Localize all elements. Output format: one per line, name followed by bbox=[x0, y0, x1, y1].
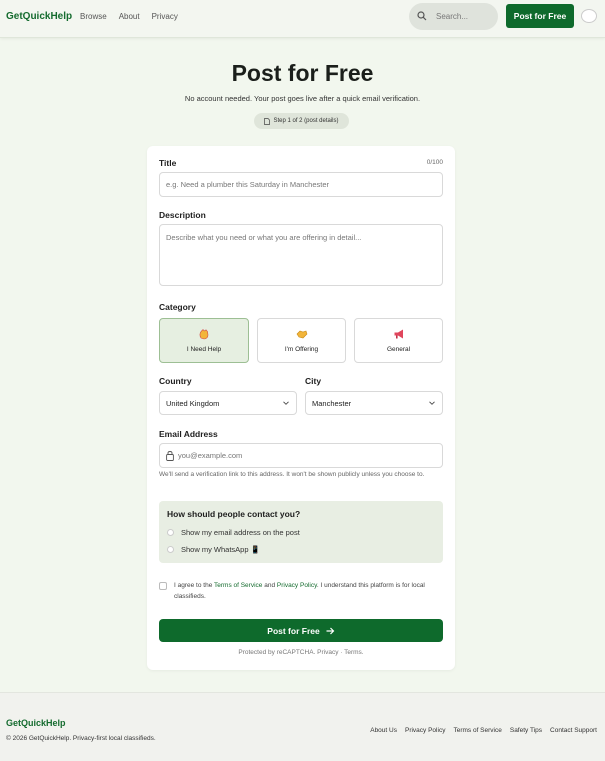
privacy-link[interactable]: Privacy Policy bbox=[277, 582, 317, 589]
contact-preferences: How should people contact you? Show my e… bbox=[159, 501, 443, 563]
contact-title: How should people contact you? bbox=[167, 509, 301, 519]
footer-copyright: © 2026 GetQuickHelp. Privacy-first local… bbox=[6, 735, 156, 742]
search-box[interactable] bbox=[409, 3, 498, 30]
logo[interactable]: GetQuickHelp bbox=[6, 11, 72, 22]
description-input[interactable] bbox=[159, 224, 443, 286]
step-text: Step 1 of 2 (post details) bbox=[273, 118, 339, 124]
country-select[interactable]: United Kingdom bbox=[159, 391, 297, 415]
recaptcha-notice: Protected by reCAPTCHA. Privacy · Terms. bbox=[238, 649, 364, 656]
email-field[interactable] bbox=[159, 443, 443, 468]
chevron-down-icon bbox=[429, 401, 435, 405]
terms-link[interactable]: Terms of Service bbox=[214, 582, 262, 589]
contact-option-whatsapp-label: Show my WhatsApp 📱 bbox=[181, 545, 260, 554]
title-input[interactable] bbox=[159, 172, 443, 197]
footer-link-safety[interactable]: Safety Tips bbox=[510, 727, 542, 734]
country-label: Country bbox=[159, 376, 192, 386]
description-label: Description bbox=[159, 210, 206, 220]
page-subtitle: No account needed. Your post goes live a… bbox=[184, 94, 421, 103]
nav-about[interactable]: About bbox=[119, 12, 140, 21]
category-offering-label: I'm Offering bbox=[284, 346, 319, 353]
document-icon bbox=[264, 117, 271, 125]
nav-browse[interactable]: Browse bbox=[80, 12, 107, 21]
contact-option-whatsapp[interactable]: Show my WhatsApp 📱 bbox=[167, 545, 260, 554]
category-need-help-label: I Need Help bbox=[186, 346, 222, 353]
search-input[interactable] bbox=[436, 9, 494, 24]
radio-whatsapp[interactable] bbox=[167, 546, 174, 553]
footer-link-contact[interactable]: Contact Support bbox=[550, 727, 597, 734]
footer-link-privacy[interactable]: Privacy Policy bbox=[405, 727, 445, 734]
city-select[interactable]: Manchester bbox=[305, 391, 443, 415]
step-badge: Step 1 of 2 (post details) bbox=[254, 113, 349, 129]
country-value: United Kingdom bbox=[166, 398, 220, 408]
city-label: City bbox=[305, 376, 322, 386]
email-hint: We'll send a verification link to this a… bbox=[159, 471, 425, 478]
footer-logo[interactable]: GetQuickHelp bbox=[6, 718, 66, 728]
category-general[interactable]: General bbox=[354, 318, 443, 363]
header-post-button[interactable]: Post for Free bbox=[506, 4, 574, 28]
terms-text: I agree to the Terms of Service and Priv… bbox=[174, 580, 454, 602]
footer-link-about[interactable]: About Us bbox=[370, 727, 397, 734]
terms-agreement: I agree to the Terms of Service and Priv… bbox=[159, 580, 454, 602]
page-title: Post for Free bbox=[231, 60, 374, 86]
handshake-icon bbox=[296, 330, 307, 339]
footer-links: About Us Privacy Policy Terms of Service… bbox=[370, 727, 597, 734]
title-counter: 0/100 bbox=[426, 159, 443, 166]
top-bar: GetQuickHelp Browse About Privacy Post f… bbox=[0, 0, 605, 38]
footer: GetQuickHelp © 2026 GetQuickHelp. Privac… bbox=[0, 692, 605, 761]
email-input[interactable] bbox=[178, 448, 428, 463]
category-label: Category bbox=[159, 302, 196, 312]
terms-checkbox[interactable] bbox=[159, 582, 167, 590]
theme-toggle-icon[interactable] bbox=[581, 9, 597, 23]
category-general-label: General bbox=[386, 346, 411, 353]
main-nav: Browse About Privacy bbox=[80, 12, 190, 21]
arrow-right-icon bbox=[326, 627, 335, 634]
post-form-card: Title 0/100 Description Category I Need … bbox=[147, 146, 455, 670]
search-icon bbox=[417, 11, 427, 21]
title-label: Title bbox=[159, 158, 177, 168]
category-offering[interactable]: I'm Offering bbox=[257, 318, 346, 363]
chevron-down-icon bbox=[283, 401, 289, 405]
submit-label: Post for Free bbox=[267, 625, 320, 636]
nav-privacy[interactable]: Privacy bbox=[152, 12, 178, 21]
category-need-help[interactable]: I Need Help bbox=[159, 318, 249, 363]
terms-text-and: and bbox=[262, 582, 277, 589]
waving-hand-icon bbox=[199, 329, 209, 340]
lock-icon bbox=[166, 451, 174, 461]
contact-option-email-label: Show my email address on the post bbox=[181, 528, 300, 537]
city-value: Manchester bbox=[312, 398, 352, 408]
email-label: Email Address bbox=[159, 429, 218, 439]
footer-link-terms[interactable]: Terms of Service bbox=[453, 727, 501, 734]
contact-option-email[interactable]: Show my email address on the post bbox=[167, 528, 300, 537]
terms-text-prefix: I agree to the bbox=[174, 582, 214, 589]
megaphone-icon bbox=[394, 329, 403, 339]
submit-button[interactable]: Post for Free bbox=[159, 619, 443, 642]
radio-email[interactable] bbox=[167, 529, 174, 536]
